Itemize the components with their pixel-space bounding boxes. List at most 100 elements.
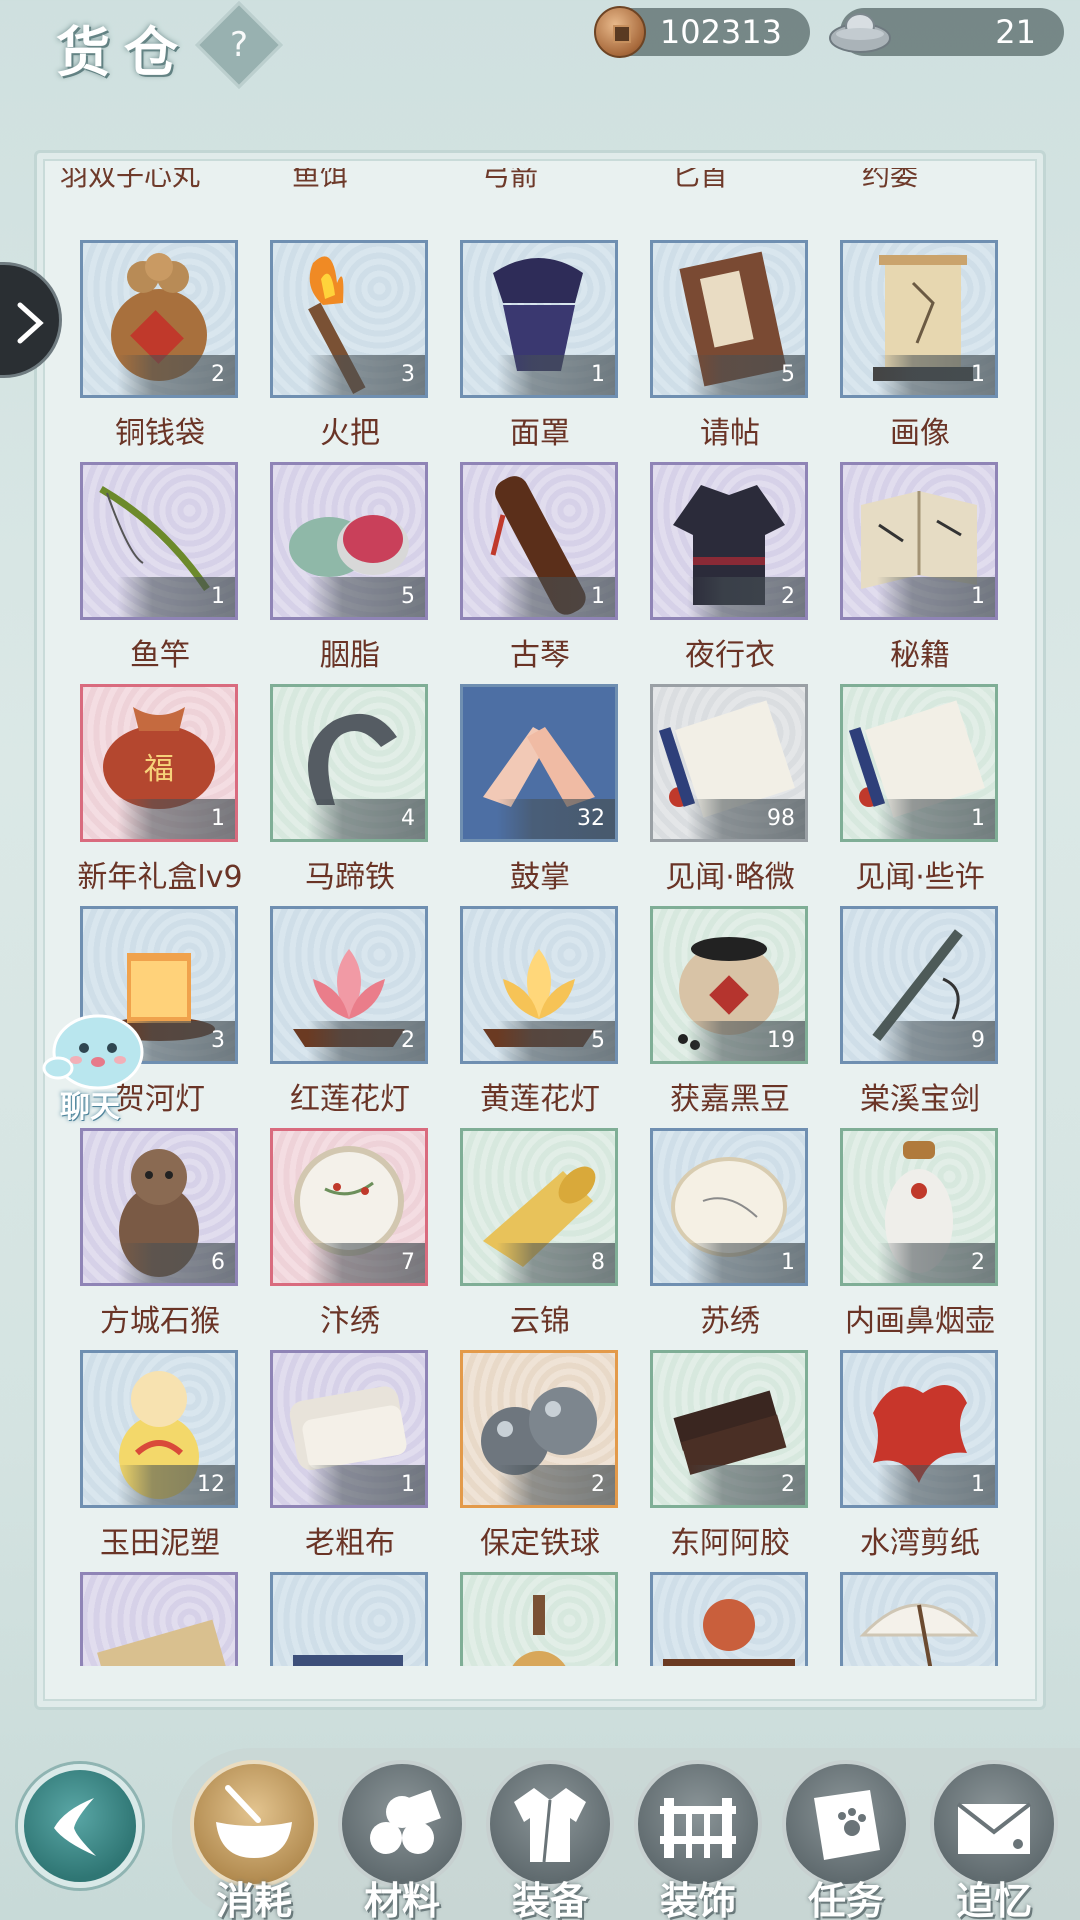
item-count: 1 (877, 1465, 995, 1505)
item-slot[interactable]: 7 (270, 1128, 428, 1286)
item-count: 3 (307, 355, 425, 395)
partial-item-label: 弓箭 (481, 168, 538, 192)
item-slot[interactable]: 1 (460, 462, 618, 620)
item-slot[interactable]: 1 (840, 240, 998, 398)
item-slot[interactable]: 9 (840, 906, 998, 1064)
chat-button[interactable]: 聊天 (40, 1010, 150, 1125)
inventory-grid[interactable]: 羽双子心丸 鱼饵 弓箭 匕首 约委 2 铜钱袋 3 火把 1 面罩 5 请帖 1 画像 1 鱼竿 5 胭脂… (40, 168, 1040, 1666)
svg-text:福: 福 (144, 752, 174, 787)
item-slot[interactable]: 1 (840, 462, 998, 620)
item-name: 鱼竿 (130, 638, 190, 673)
item-slot[interactable]: 2 (80, 240, 238, 398)
tab-label: 装备 (511, 1879, 588, 1920)
silver-currency: 21 (829, 8, 1064, 56)
item-slot[interactable] (460, 1572, 618, 1666)
item-name: 红莲花灯 (290, 1082, 410, 1117)
item-name: 棠溪宝剑 (860, 1082, 980, 1117)
item-name: 夜行衣 (685, 638, 775, 673)
item-name: 老粗布 (305, 1526, 395, 1561)
item-count: 2 (497, 1465, 615, 1505)
item-name: 方城石猴 (100, 1304, 220, 1339)
monkey-king-figure-icon (663, 1599, 795, 1666)
item-slot[interactable]: 3 (270, 240, 428, 398)
item-name: 内画鼻烟壶 (845, 1304, 995, 1339)
item-name: 获嘉黑豆 (670, 1082, 790, 1117)
tab-decoration[interactable]: 装饰 (632, 1760, 764, 1920)
back-button[interactable] (18, 1764, 142, 1888)
item-count: 1 (117, 577, 235, 617)
item-name: 请帖 (700, 416, 760, 451)
item-slot[interactable]: 2 (650, 1350, 808, 1508)
item-slot[interactable] (80, 1572, 238, 1666)
item-slot[interactable]: 6 (80, 1128, 238, 1286)
help-label: ? (229, 25, 249, 65)
item-slot[interactable]: 5 (460, 906, 618, 1064)
item-name: 云锦 (510, 1304, 570, 1339)
tab-consumables[interactable]: 消耗 (188, 1760, 320, 1920)
item-slot[interactable]: 2 (460, 1350, 618, 1508)
item-slot[interactable] (840, 1572, 998, 1666)
copper-coin-icon (594, 6, 646, 58)
tab-materials[interactable]: 材料 (336, 1760, 468, 1920)
item-slot[interactable]: 2 (650, 462, 808, 620)
item-slot[interactable]: 1 (840, 684, 998, 842)
item-name: 黄莲花灯 (480, 1082, 600, 1117)
silver-ingot-icon (829, 13, 891, 53)
item-name: 胭脂 (320, 638, 380, 673)
item-slot[interactable]: 1 (80, 462, 238, 620)
item-name: 新年礼盒lv9 (77, 860, 243, 895)
item-name: 画像 (890, 416, 950, 451)
item-slot[interactable]: 1 (270, 1350, 428, 1508)
tab-equipment[interactable]: 装备 (484, 1760, 616, 1920)
item-slot[interactable]: 1 (840, 1350, 998, 1508)
item-slot[interactable]: 5 (270, 462, 428, 620)
item-count: 32 (497, 799, 615, 839)
tab-label: 追忆 (955, 1879, 1032, 1920)
item-slot[interactable]: 8 (460, 1128, 618, 1286)
back-arrow-icon (54, 1798, 96, 1856)
tab-icon-circle (338, 1760, 466, 1888)
item-slot[interactable] (650, 1572, 808, 1666)
item-name: 火把 (320, 416, 380, 451)
tab-tasks[interactable]: 任务 (780, 1760, 912, 1920)
partial-row-labels: 羽双子心丸 鱼饵 弓箭 匕首 约委 (40, 168, 1040, 218)
item-name: 保定铁球 (480, 1526, 600, 1561)
tab-icon-circle (930, 1760, 1058, 1888)
item-count: 1 (497, 355, 615, 395)
tab-icon-circle (190, 1760, 318, 1888)
item-name: 面罩 (510, 416, 570, 451)
tab-memories[interactable]: 追忆 (928, 1760, 1060, 1920)
item-slot[interactable] (270, 1572, 428, 1666)
robe-icon (514, 1788, 586, 1863)
help-button[interactable]: ? (195, 1, 283, 89)
item-slot[interactable]: 5 (650, 240, 808, 398)
item-slot[interactable]: 1 (460, 240, 618, 398)
item-count: 12 (117, 1465, 235, 1505)
blue-cloth-icon (293, 1655, 403, 1666)
item-count: 98 (687, 799, 805, 839)
item-slot[interactable]: 32 (460, 684, 618, 842)
item-slot[interactable]: 98 (650, 684, 808, 842)
header-bar: 货仓 ? 102313 21 (0, 0, 1080, 89)
item-slot[interactable]: 2 (270, 906, 428, 1064)
item-count: 4 (307, 799, 425, 839)
item-count: 5 (307, 577, 425, 617)
item-slot[interactable]: 4 (270, 684, 428, 842)
tab-label: 装饰 (659, 1879, 736, 1920)
item-slot[interactable]: 1 (650, 1128, 808, 1286)
partial-item-label: 匕首 (671, 168, 728, 192)
category-tab-bar: 消耗 材料 装备 装饰 任务 追忆 (172, 1748, 1080, 1920)
item-name: 秘籍 (890, 638, 950, 673)
item-name: 见闻·些许 (855, 860, 985, 895)
item-slot[interactable]: 12 (80, 1350, 238, 1508)
item-name: 古琴 (510, 638, 570, 673)
item-slot[interactable]: 2 (840, 1128, 998, 1286)
item-name: 马蹄铁 (305, 860, 395, 895)
item-count: 1 (877, 799, 995, 839)
item-count: 1 (117, 799, 235, 839)
bowl-icon (216, 1785, 292, 1858)
tab-label: 材料 (363, 1879, 440, 1920)
item-slot[interactable]: 福1 (80, 684, 238, 842)
item-slot[interactable]: 19 (650, 906, 808, 1064)
tab-icon-circle (486, 1760, 614, 1888)
